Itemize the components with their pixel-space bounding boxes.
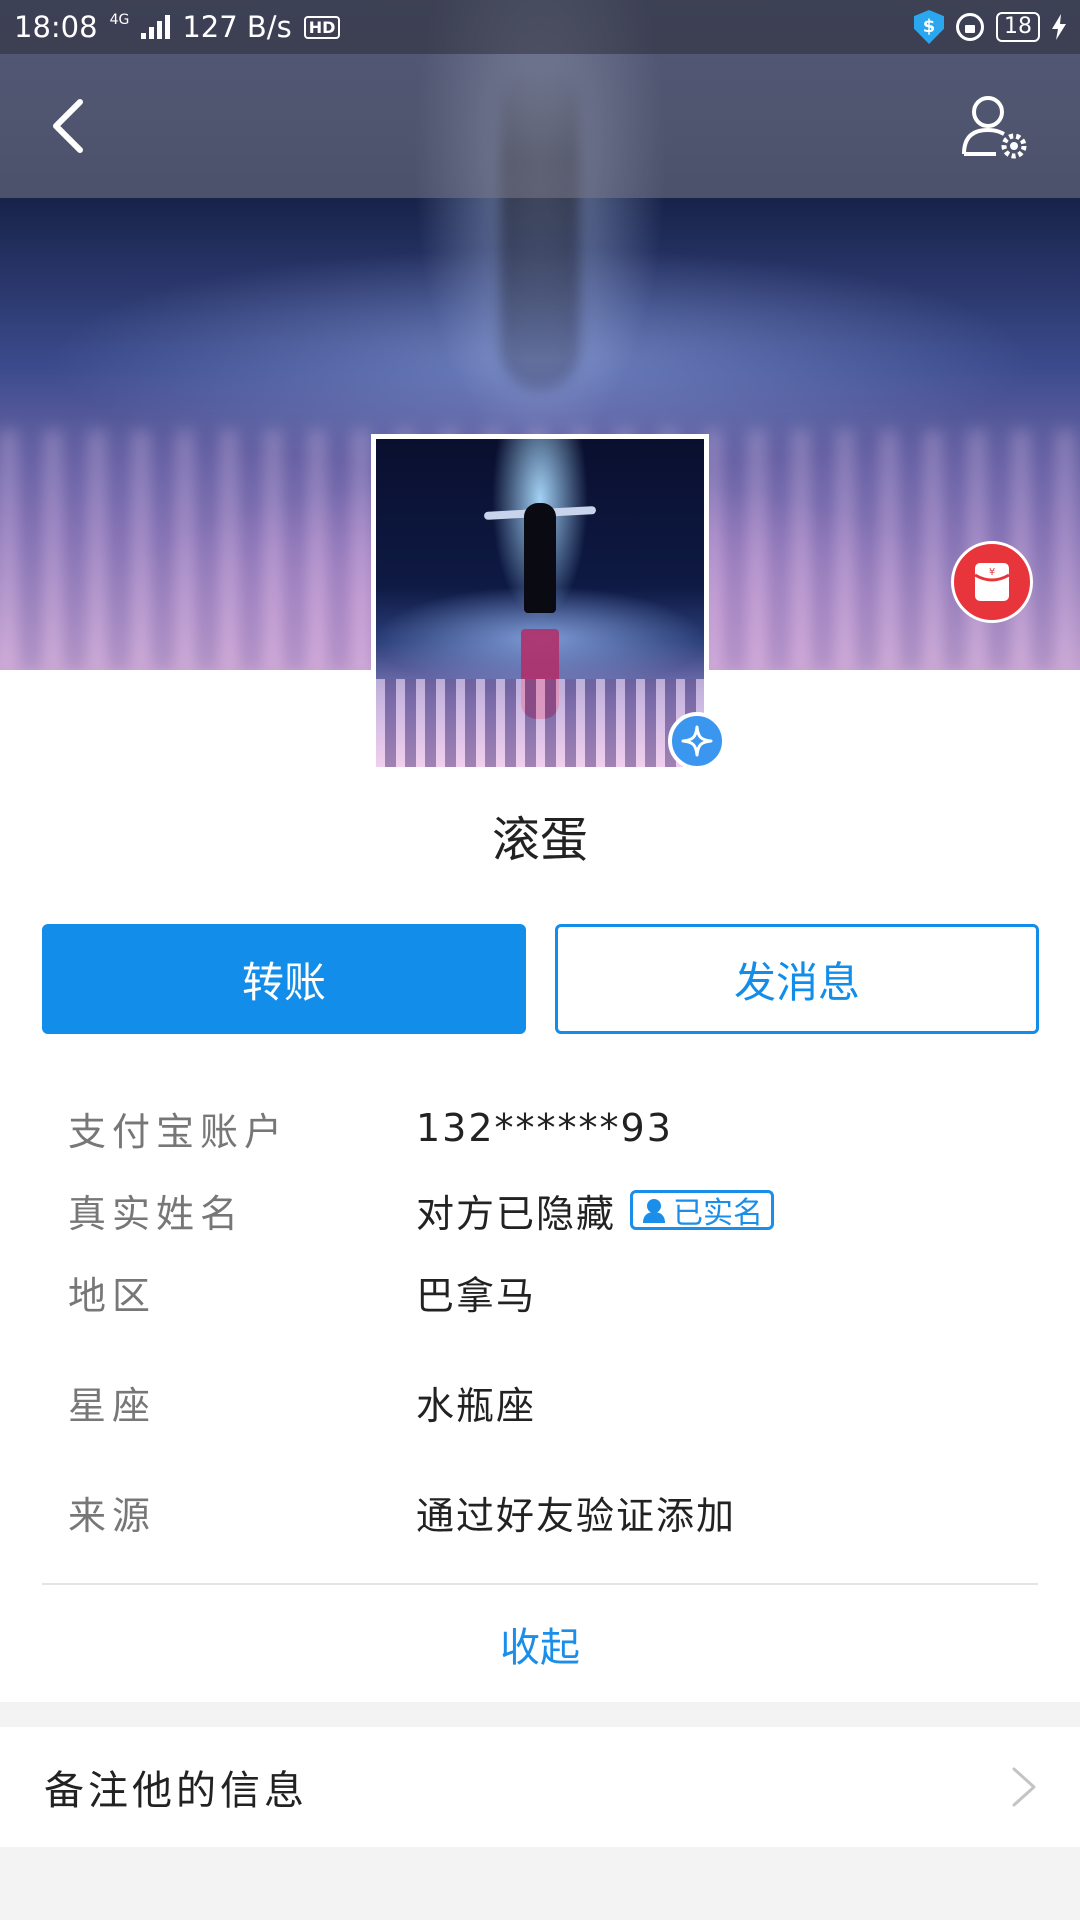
collapse-link[interactable]: 收起 (0, 1615, 1080, 1673)
profile-settings-icon[interactable] (960, 92, 1030, 162)
account-value: 132******93 (416, 1106, 673, 1150)
info-value: 水瓶座 (416, 1375, 536, 1430)
info-row-zodiac: 星座 水瓶座 (68, 1372, 1028, 1432)
info-label: 地区 (68, 1273, 157, 1318)
transfer-button[interactable]: 转账 (42, 924, 526, 1034)
nickname: 滚蛋 (491, 812, 588, 868)
divider (42, 1583, 1038, 1585)
info-row-region: 地区 巴拿马 (68, 1262, 1028, 1322)
status-time: 18:08 (14, 10, 98, 44)
signal-icon (141, 15, 171, 39)
info-value: 对方已隐藏 已实名 (416, 1183, 775, 1238)
rotation-lock-icon (956, 13, 984, 41)
status-left: 18:08 4G 127 B/s HD (14, 10, 341, 44)
nav-bar (0, 54, 1080, 198)
status-bar: 18:08 4G 127 B/s HD $ 18 (0, 0, 1080, 54)
remark-row[interactable]: 备注他的信息 (0, 1727, 1080, 1847)
charging-icon (1052, 14, 1066, 40)
info-label: 真实姓名 (68, 1191, 245, 1236)
network-speed: 127 B/s (182, 10, 292, 44)
verified-label: 已实名 (673, 1196, 764, 1231)
remark-label: 备注他的信息 (44, 1768, 308, 1814)
verified-badge: 已实名 (630, 1190, 775, 1231)
info-value: 132******93 (416, 1106, 673, 1150)
source-value: 通过好友验证添加 (416, 1493, 737, 1538)
info-value: 巴拿马 (416, 1265, 536, 1320)
shield-icon: $ (914, 10, 944, 44)
info-label: 星座 (68, 1383, 157, 1428)
send-message-button[interactable]: 发消息 (555, 924, 1039, 1034)
avatar[interactable] (371, 434, 709, 772)
real-name-value: 对方已隐藏 (416, 1191, 617, 1236)
hd-icon: HD (303, 15, 341, 39)
star-badge-icon (668, 712, 726, 770)
avatar-image (376, 439, 704, 767)
back-arrow-icon[interactable] (40, 94, 104, 158)
info-value: 通过好友验证添加 (416, 1485, 736, 1540)
network-type: 4G (109, 12, 130, 28)
battery-icon: 18 (996, 12, 1040, 42)
chevron-right-icon (1012, 1767, 1036, 1807)
svg-text:¥: ¥ (989, 567, 995, 578)
info-row-account: 支付宝账户 132******93 (68, 1098, 1028, 1158)
info-label: 支付宝账户 (68, 1109, 289, 1154)
red-packet-icon: ¥ (974, 563, 1010, 601)
zodiac-value: 水瓶座 (416, 1383, 537, 1428)
info-row-real-name: 真实姓名 对方已隐藏 已实名 (68, 1180, 1028, 1240)
verified-user-icon (643, 1199, 666, 1223)
region-value: 巴拿马 (416, 1273, 537, 1318)
info-row-source: 来源 通过好友验证添加 (68, 1482, 1028, 1542)
info-label: 来源 (68, 1493, 157, 1538)
status-right: $ 18 (914, 10, 1066, 44)
red-packet-button[interactable]: ¥ (951, 541, 1033, 623)
